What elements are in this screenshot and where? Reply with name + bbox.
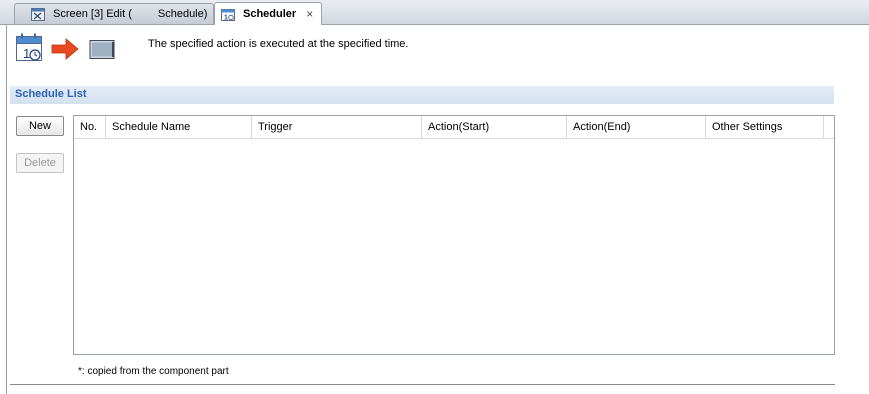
close-icon[interactable]: × bbox=[306, 7, 313, 21]
svg-text:1: 1 bbox=[23, 46, 30, 61]
left-border bbox=[6, 24, 7, 394]
footnote: *: copied from the component part bbox=[78, 366, 229, 377]
screen-edit-icon bbox=[31, 7, 45, 21]
delete-button[interactable]: Delete bbox=[16, 153, 64, 173]
monitor-icon bbox=[89, 40, 115, 59]
column-header-trigger[interactable]: Trigger bbox=[252, 116, 422, 138]
column-header-no[interactable]: No. bbox=[74, 116, 106, 138]
section-header: Schedule List bbox=[10, 86, 834, 104]
arrow-right-icon bbox=[51, 38, 79, 60]
tab-screen-edit-label: Screen [3] Edit ( bbox=[53, 8, 132, 20]
scheduler-icon: 1 bbox=[221, 8, 235, 21]
tab-screen-edit[interactable]: Screen [3] Edit ( Schedule) bbox=[14, 3, 214, 24]
document-tab-strip: Screen [3] Edit ( Schedule) 1 Scheduler … bbox=[0, 0, 869, 25]
tab-scheduler[interactable]: 1 Scheduler × bbox=[214, 2, 322, 25]
tab-scheduler-label: Scheduler bbox=[243, 8, 297, 20]
column-header-action-end[interactable]: Action(End) bbox=[567, 116, 706, 138]
header-description: The specified action is executed at the … bbox=[148, 38, 409, 50]
column-header-action-start[interactable]: Action(Start) bbox=[422, 116, 567, 138]
header-illustration: 1 bbox=[16, 33, 122, 63]
new-button[interactable]: New bbox=[16, 116, 64, 136]
svg-text:1: 1 bbox=[224, 14, 228, 21]
schedule-list-table[interactable]: No. Schedule Name Trigger Action(Start) … bbox=[73, 115, 835, 355]
table-header: No. Schedule Name Trigger Action(Start) … bbox=[74, 116, 834, 139]
column-header-schedule-name[interactable]: Schedule Name bbox=[106, 116, 252, 138]
calendar-icon: 1 bbox=[16, 33, 42, 61]
section-title: Schedule List bbox=[15, 88, 87, 100]
divider bbox=[10, 384, 835, 385]
tab-screen-edit-label-2: Schedule) bbox=[157, 8, 208, 20]
column-header-other-settings[interactable]: Other Settings bbox=[706, 116, 824, 138]
